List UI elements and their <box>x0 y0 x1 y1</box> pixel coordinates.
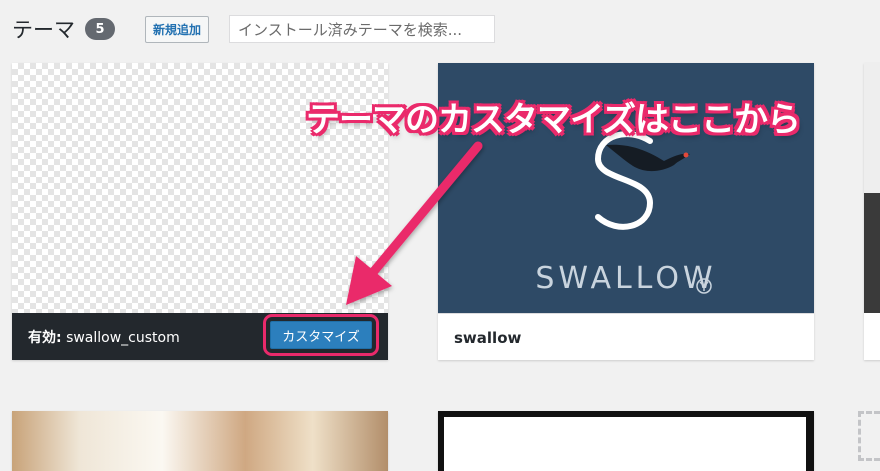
theme-screenshot-partial-dark <box>864 193 880 313</box>
active-theme-name: swallow_custom <box>66 329 180 346</box>
active-theme-bar: 有効: swallow_custom カスタマイズ <box>12 313 388 360</box>
theme-card-bottom-left[interactable] <box>12 411 388 471</box>
page-title: テーマ <box>12 18 75 42</box>
add-new-button[interactable]: 新規追加 <box>145 15 210 43</box>
theme-card-partial[interactable] <box>864 63 880 360</box>
add-theme-placeholder[interactable] <box>858 411 880 461</box>
theme-card-bottom-middle[interactable] <box>438 411 814 471</box>
theme-count-badge: 5 <box>85 18 115 40</box>
search-placeholder: インストール済みテーマを検索... <box>238 20 463 39</box>
active-status-label: 有効: <box>28 329 62 346</box>
theme-search-input[interactable]: インストール済みテーマを検索... <box>229 15 496 43</box>
page-header: テーマ 5 新規追加 インストール済みテーマを検索... <box>12 12 496 46</box>
customize-button[interactable]: カスタマイズ <box>263 314 379 356</box>
theme-name-swallow: swallow <box>454 328 522 347</box>
swallow-logo-text: SWALLOW <box>535 261 717 296</box>
theme-name-bar: swallow <box>438 313 814 360</box>
theme-screenshot-bottom-left[interactable] <box>12 411 388 471</box>
active-theme-label: 有効: swallow_custom <box>28 327 180 347</box>
annotation-callout-text: テーマのカスタマイズはここから <box>306 100 801 140</box>
theme-screenshot-bottom-middle[interactable] <box>444 417 806 471</box>
